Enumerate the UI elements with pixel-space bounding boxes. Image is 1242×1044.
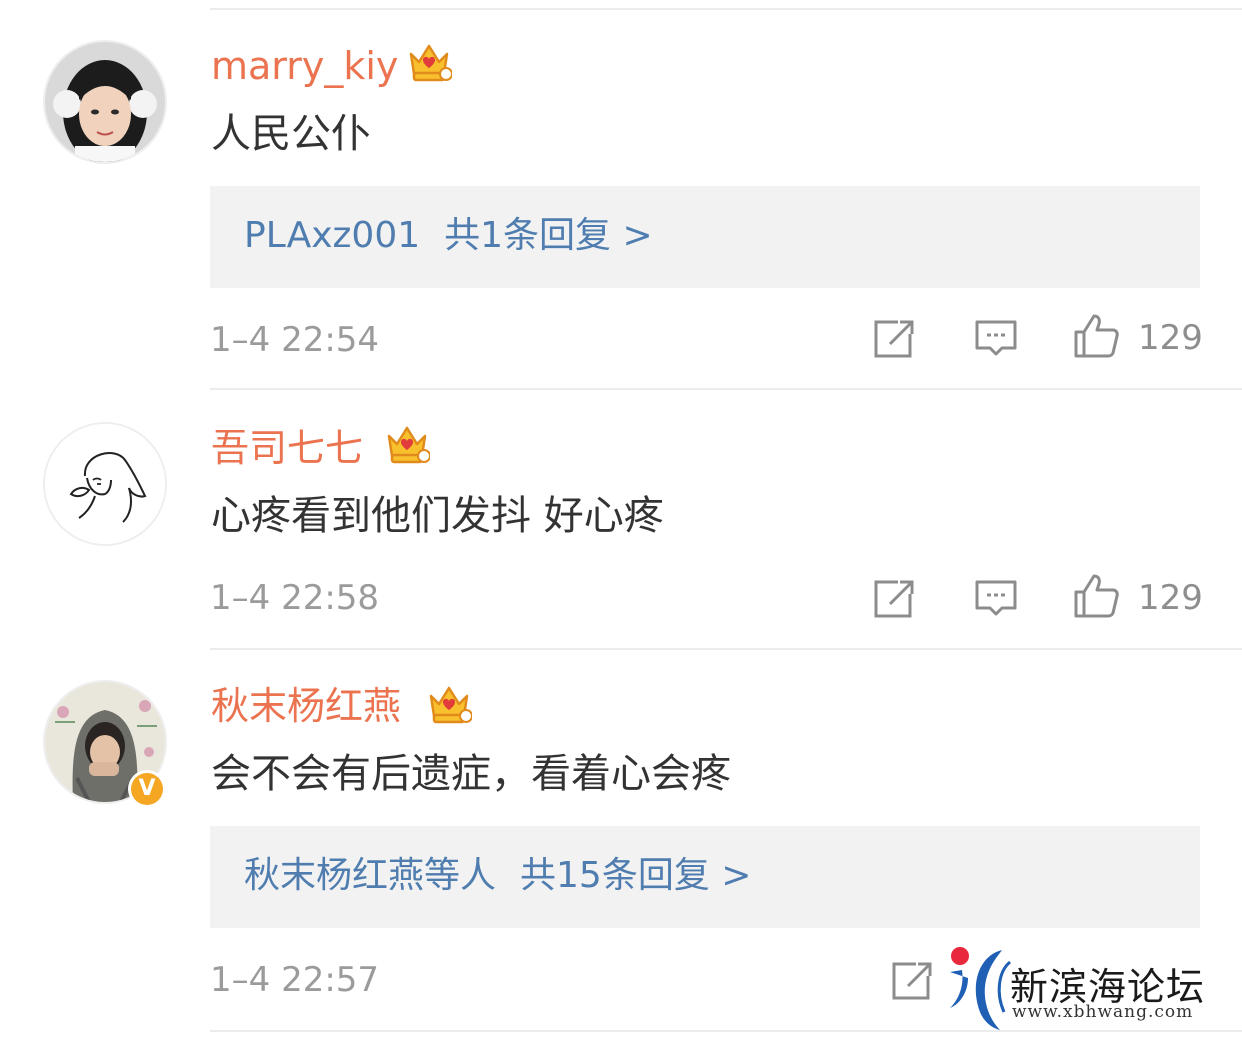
repost-icon[interactable] xyxy=(870,574,918,622)
crown-badge-icon[interactable] xyxy=(406,40,452,86)
avatar-photo xyxy=(45,42,165,162)
comment-time: 1–4 22:57 xyxy=(210,960,380,1000)
user-avatar[interactable] xyxy=(43,40,167,164)
watermark-url: www.xbhwang.com xyxy=(1012,1002,1194,1022)
comment-icon[interactable] xyxy=(972,314,1020,362)
comment-text: 心疼看到他们发抖 好心疼 xyxy=(211,493,664,539)
divider xyxy=(210,8,1242,10)
avatar-line-drawing xyxy=(45,424,165,544)
repost-icon[interactable] xyxy=(870,314,918,362)
reply-author[interactable]: 秋末杨红燕等人 xyxy=(244,855,496,896)
reply-count-link[interactable]: 共1条回复 > xyxy=(444,215,653,256)
comment-icon[interactable] xyxy=(972,574,1020,622)
reply-preview-text[interactable]: PLAxz001 共1条回复 > xyxy=(244,212,653,260)
crown-badge-icon[interactable] xyxy=(426,682,472,728)
reply-preview[interactable]: 秋末杨红燕等人 共15条回复 > xyxy=(210,826,1200,928)
comment-text: 人民公仆 xyxy=(211,111,371,157)
like-count: 129 xyxy=(1138,318,1203,358)
crown-badge-icon[interactable] xyxy=(384,422,430,468)
comment-feed: marry_kiy 人民公仆 PLAxz001 共1条回复 > 1–4 22:54… xyxy=(0,0,1242,1044)
comment-time: 1–4 22:54 xyxy=(210,320,380,360)
like-thumb-icon[interactable] xyxy=(1072,312,1120,360)
verified-badge-label: V xyxy=(131,773,163,805)
verified-badge: V xyxy=(128,770,166,808)
like-thumb-icon[interactable] xyxy=(1072,572,1120,620)
reply-preview[interactable]: PLAxz001 共1条回复 > xyxy=(210,186,1200,288)
username[interactable]: marry_kiy xyxy=(211,42,398,90)
username[interactable]: 吾司七七 xyxy=(211,424,363,472)
reply-preview-text[interactable]: 秋末杨红燕等人 共15条回复 > xyxy=(244,852,751,900)
like-count: 129 xyxy=(1138,578,1203,618)
reply-author[interactable]: PLAxz001 xyxy=(244,215,420,256)
user-avatar[interactable] xyxy=(43,422,167,546)
comment-time: 1–4 22:58 xyxy=(210,578,380,618)
divider xyxy=(210,648,1242,650)
comment-text: 会不会有后遗症，看着心会疼 xyxy=(211,751,731,797)
repost-icon[interactable] xyxy=(888,956,936,1004)
site-watermark: 新滨海论坛 www.xbhwang.com xyxy=(940,942,1240,1034)
reply-count-link[interactable]: 共15条回复 > xyxy=(520,855,751,896)
divider xyxy=(210,388,1242,390)
username[interactable]: 秋末杨红燕 xyxy=(211,682,401,730)
